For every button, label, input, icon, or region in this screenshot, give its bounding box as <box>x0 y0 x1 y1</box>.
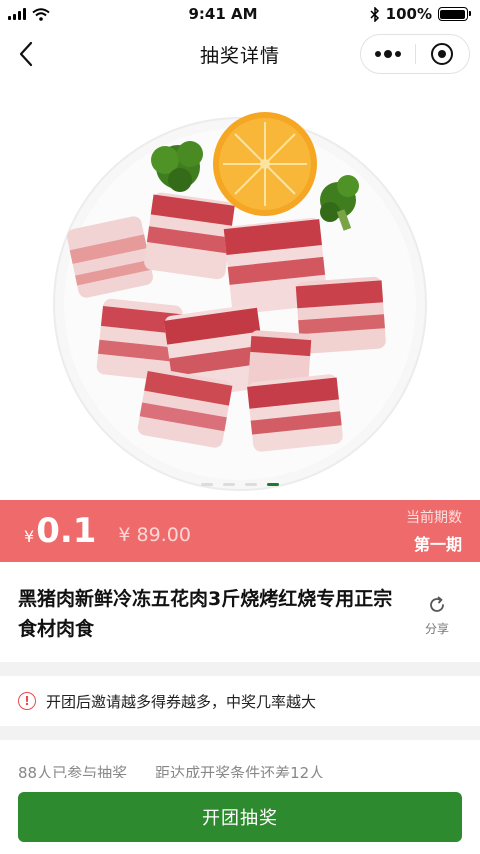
page-title: 抽奖详情 <box>199 44 280 67</box>
battery-fill <box>440 9 466 19</box>
bluetooth-icon <box>370 6 379 22</box>
close-button[interactable] <box>416 35 470 73</box>
carousel-dot <box>223 483 235 486</box>
product-image <box>53 112 427 491</box>
chevron-left-icon <box>19 41 33 67</box>
section-divider <box>0 662 480 676</box>
carousel-dot <box>267 483 279 486</box>
signal-icon <box>8 8 26 20</box>
carousel-indicator <box>201 483 279 486</box>
battery-text: 100% <box>385 5 432 23</box>
nav-bar: 抽奖详情 <box>0 28 480 80</box>
lemon-slice <box>213 112 317 216</box>
back-button[interactable] <box>16 40 40 68</box>
period-info: 当前期数 第一期 <box>406 507 462 555</box>
product-title: 黑猪肉新鲜冷冻五花肉3斤烧烤红烧专用正宗食材肉食 <box>18 588 393 640</box>
status-left <box>8 7 118 21</box>
carousel-dot <box>201 483 213 486</box>
more-button[interactable] <box>361 35 415 73</box>
wifi-icon <box>32 7 50 21</box>
battery-icon <box>437 7 471 21</box>
product-image-carousel[interactable] <box>0 82 480 500</box>
status-right: 100% <box>328 5 471 23</box>
currency-symbol: ¥ <box>24 526 35 546</box>
mini-program-capsule <box>360 34 470 74</box>
more-dots-icon <box>374 49 401 58</box>
status-time: 9:41 AM <box>188 5 258 23</box>
period-value: 第一期 <box>413 535 462 554</box>
share-button[interactable]: 分享 <box>412 584 462 662</box>
warning-circle-icon: ! <box>18 692 36 710</box>
bottom-bar: 开团抽奖 <box>0 778 480 854</box>
lottery-price: 0.1 <box>36 511 97 551</box>
notice-bar: ! 开团后邀请越多得券越多，中奖几率越大 <box>0 676 480 726</box>
notice-text: 开团后邀请越多得券越多，中奖几率越大 <box>46 692 317 711</box>
carousel-dot <box>245 483 257 486</box>
section-divider <box>0 726 480 740</box>
share-refresh-icon <box>430 596 444 612</box>
status-bar: 9:41 AM 100% <box>0 0 480 28</box>
target-circle-icon <box>431 43 454 65</box>
period-label: 当前期数 <box>406 510 462 526</box>
original-price: ¥ 89.00 <box>118 524 191 546</box>
start-group-lottery-button[interactable]: 开团抽奖 <box>18 792 462 842</box>
share-label: 分享 <box>424 622 449 636</box>
price-band: ¥ 0.1 ¥ 89.00 当前期数 第一期 <box>0 500 480 562</box>
product-info: 黑猪肉新鲜冷冻五花肉3斤烧烤红烧专用正宗食材肉食 分享 <box>0 562 480 662</box>
